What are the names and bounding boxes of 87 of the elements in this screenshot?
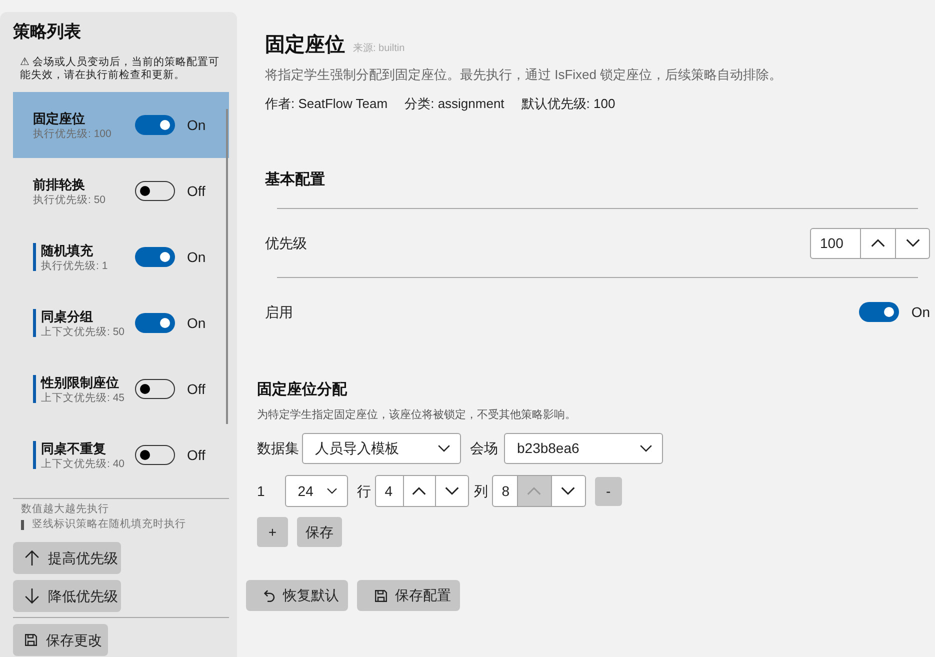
decrement-button[interactable]: [436, 475, 469, 507]
entry-number: 1: [257, 482, 265, 500]
field-label: 优先级: [265, 234, 307, 252]
chevron-up-icon: [412, 487, 426, 495]
chevron-down-icon: [906, 239, 920, 247]
field-label: 列: [474, 482, 488, 500]
section-heading: 基本配置: [265, 170, 326, 190]
dataset-dropdown[interactable]: 人员导入模板: [302, 433, 461, 464]
strategy-item[interactable]: 随机填充 执行优先级: 1 On: [13, 224, 229, 290]
remove-button[interactable]: -: [594, 476, 622, 506]
strategy-name: 同桌分组: [41, 308, 94, 324]
field-label: 会场: [470, 439, 498, 458]
sidebar-title: 策略列表: [13, 21, 81, 43]
undo-icon: [264, 590, 275, 602]
save-icon: [25, 634, 37, 646]
section-heading: 固定座位分配: [257, 380, 348, 400]
strategy-item[interactable]: 性别限制座位 上下文优先级: 45 Off: [13, 356, 229, 422]
chevron-down-icon: [438, 445, 450, 452]
strategy-name: 随机填充: [41, 242, 94, 258]
toggle-label: On: [187, 248, 206, 266]
number-field[interactable]: 4: [374, 475, 404, 507]
decrement-button[interactable]: [552, 475, 586, 507]
meta-text: 默认优先级: 100: [521, 95, 616, 113]
field-label: 数据集: [257, 439, 299, 458]
page-title: 固定座位: [265, 32, 345, 58]
description-text: 为特定学生指定固定座位，该座位将被锁定，不受其他策略影响。: [257, 408, 577, 422]
strategy-name: 前排轮换: [33, 176, 86, 192]
toggle-label: Off: [187, 380, 206, 398]
toggle-label: Off: [187, 182, 206, 200]
number-field[interactable]: 100: [810, 228, 861, 258]
priority-text: 上下文优先级: 40: [41, 456, 125, 470]
lower-priority-button[interactable]: 降低优先级: [13, 580, 121, 612]
strategy-name: 性别限制座位: [41, 374, 120, 390]
strategy-item[interactable]: 同桌分组 上下文优先级: 50 On: [13, 290, 229, 356]
chevron-down-icon: [640, 445, 652, 452]
scrollbar[interactable]: [226, 109, 228, 424]
meta-text: 分类: assignment: [404, 95, 504, 113]
toggle-label: On: [187, 314, 206, 332]
decrement-button[interactable]: [896, 228, 930, 258]
strategy-item[interactable]: 同桌不重复 上下文优先级: 40 Off: [13, 422, 229, 488]
priority-text: 执行优先级: 1: [41, 258, 108, 272]
priority-text: 执行优先级: 50: [33, 192, 106, 206]
toggle-switch[interactable]: [135, 181, 175, 201]
toggle-switch[interactable]: [135, 115, 175, 135]
warning-text: ⚠ 会场或人员变动后，当前的策略配置可能失效，请在执行前检查和更新。: [20, 56, 220, 81]
toggle-switch[interactable]: [859, 302, 900, 322]
priority-text: 上下文优先级: 45: [41, 390, 125, 404]
strategy-item[interactable]: 前排轮换 执行优先级: 50 Off: [13, 158, 229, 224]
priority-text: 执行优先级: 100: [33, 126, 112, 140]
save-changes-button[interactable]: 保存更改: [13, 624, 108, 656]
meta-text: 作者: SeatFlow Team: [265, 95, 388, 113]
field-label: 行: [356, 482, 371, 500]
hint-text: 竖线标识策略在随机填充时执行: [32, 517, 186, 532]
chevron-down-icon: [444, 487, 459, 495]
source-text: 来源: builtin: [353, 42, 405, 56]
toggle-switch[interactable]: [135, 313, 175, 333]
toggle-label: Off: [187, 446, 206, 464]
add-button[interactable]: +: [257, 517, 288, 547]
save-config-button[interactable]: 保存配置: [357, 580, 460, 611]
toggle-label: On: [187, 116, 206, 134]
chevron-up-icon: [527, 487, 542, 495]
increment-button[interactable]: [404, 475, 436, 507]
hint-text: 数值越大越先执行: [21, 502, 109, 517]
venue-dropdown[interactable]: b23b8ea6: [504, 433, 663, 464]
vertical-bar-icon: [21, 520, 24, 530]
field-label: 启用: [265, 302, 293, 322]
raise-priority-button[interactable]: 提高优先级: [13, 542, 121, 574]
chevron-down-icon: [326, 488, 337, 494]
strategy-item[interactable]: 固定座位 执行优先级: 100 On: [13, 92, 229, 158]
toggle-label: On: [911, 302, 930, 322]
save-button[interactable]: 保存: [297, 517, 342, 547]
arrow-up-icon: [25, 550, 39, 566]
description-text: 将指定学生强制分配到固定座位。最先执行，通过 IsFixed 锁定座位，后续策略自动排除。: [265, 66, 784, 84]
toggle-switch[interactable]: [135, 247, 175, 267]
save-icon: [375, 590, 387, 602]
restore-defaults-button[interactable]: 恢复默认: [246, 580, 348, 611]
strategy-name: 固定座位: [33, 110, 86, 126]
priority-text: 上下文优先级: 50: [41, 324, 125, 338]
chevron-down-icon: [561, 487, 576, 495]
student-dropdown[interactable]: 24: [284, 475, 348, 507]
chevron-up-icon: [871, 239, 885, 247]
arrow-down-icon: [25, 588, 39, 604]
toggle-switch[interactable]: [135, 379, 175, 399]
strategy-name: 同桌不重复: [41, 440, 107, 456]
toggle-switch[interactable]: [135, 445, 175, 465]
increment-button[interactable]: [861, 228, 896, 258]
number-field[interactable]: 8: [492, 475, 518, 507]
